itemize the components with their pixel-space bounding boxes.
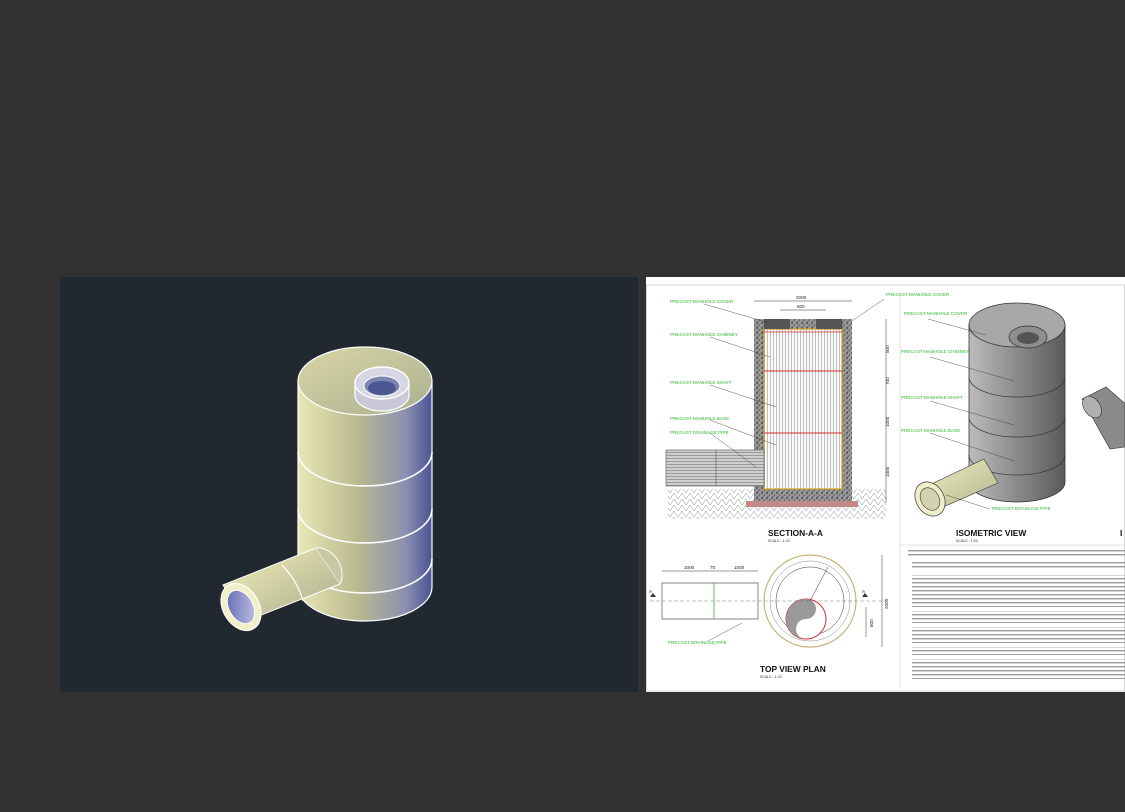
iso-label-pipe: PRECAST DRAINAGE PIPE xyxy=(992,506,1051,511)
plan-pipe-label: PRECAST DRAINAGE PIPE xyxy=(668,640,727,645)
section-dim-top: 2000 xyxy=(796,295,807,300)
section-label-pipe: PRECAST DRAINAGE PIPE xyxy=(670,430,729,435)
plan-dim-a: 1000 xyxy=(684,565,695,570)
iso-label-chimney: PRECAST MANHOLE CHIMNEY xyxy=(901,349,969,354)
section-dim-d3: 1000 xyxy=(885,416,890,427)
plan-scale: SCALE : 1:20 xyxy=(760,675,782,679)
iso-title: ISOMETRIC VIEW xyxy=(956,528,1026,538)
3d-model-viewport[interactable] xyxy=(60,277,638,692)
section-scale: SCALE : 1:20 xyxy=(768,539,790,543)
section-a-a-drawing: 2000 800 500 700 1000 1000 PRECAST MANHO… xyxy=(665,292,950,543)
top-view-plan-drawing: 1000 70 1000 A A 2000 800 PRECAST DRAINA… xyxy=(649,554,889,679)
section-dim-d1: 500 xyxy=(885,345,890,353)
section-label-cover-right: PRECAST MANHOLE COVER xyxy=(886,292,950,297)
plan-dim-b: 70 xyxy=(710,565,716,570)
drawing-sheet-viewport[interactable]: 2000 800 500 700 1000 1000 PRECAST MANHO… xyxy=(646,277,1125,692)
general-notes-block xyxy=(908,549,1125,679)
iso-label-base: PRECAST MANHOLE BASE xyxy=(901,428,960,433)
plan-dim-d: 2000 xyxy=(884,598,889,609)
section-dim-inner: 800 xyxy=(797,304,805,309)
plan-dim-c: 1000 xyxy=(734,565,745,570)
plan-marker-left: A xyxy=(649,589,653,594)
plan-dim-e: 800 xyxy=(869,619,874,627)
section-title: SECTION-A-A xyxy=(768,528,823,538)
plan-title: TOP VIEW PLAN xyxy=(760,664,826,674)
iso-scale: SCALE : 1:20 xyxy=(956,539,978,543)
section-label-cover: PRECAST MANHOLE COVER xyxy=(670,299,734,304)
section-dim-d2: 700 xyxy=(885,377,890,385)
iso-label-cover: PRECAST MANHOLE COVER xyxy=(904,311,968,316)
manhole-3d-render xyxy=(220,346,433,632)
plan-marker-right: A xyxy=(862,589,866,594)
section-dim-d4: 1000 xyxy=(885,466,890,477)
isometric-view-drawing: PRECAST MANHOLE COVER PRECAST MANHOLE CH… xyxy=(901,302,1125,543)
cad-drawing-sheet: 2000 800 500 700 1000 1000 PRECAST MANHO… xyxy=(646,284,1125,692)
section-label-base: PRECAST MANHOLE BASE xyxy=(670,416,729,421)
iso-second-title-partial: I xyxy=(1120,528,1122,538)
section-label-shaft: PRECAST MANHOLE SHAFT xyxy=(670,380,732,385)
iso-label-shaft: PRECAST MANHOLE SHAFT xyxy=(901,395,963,400)
section-label-chimney: PRECAST MANHOLE CHIMNEY xyxy=(670,332,738,337)
